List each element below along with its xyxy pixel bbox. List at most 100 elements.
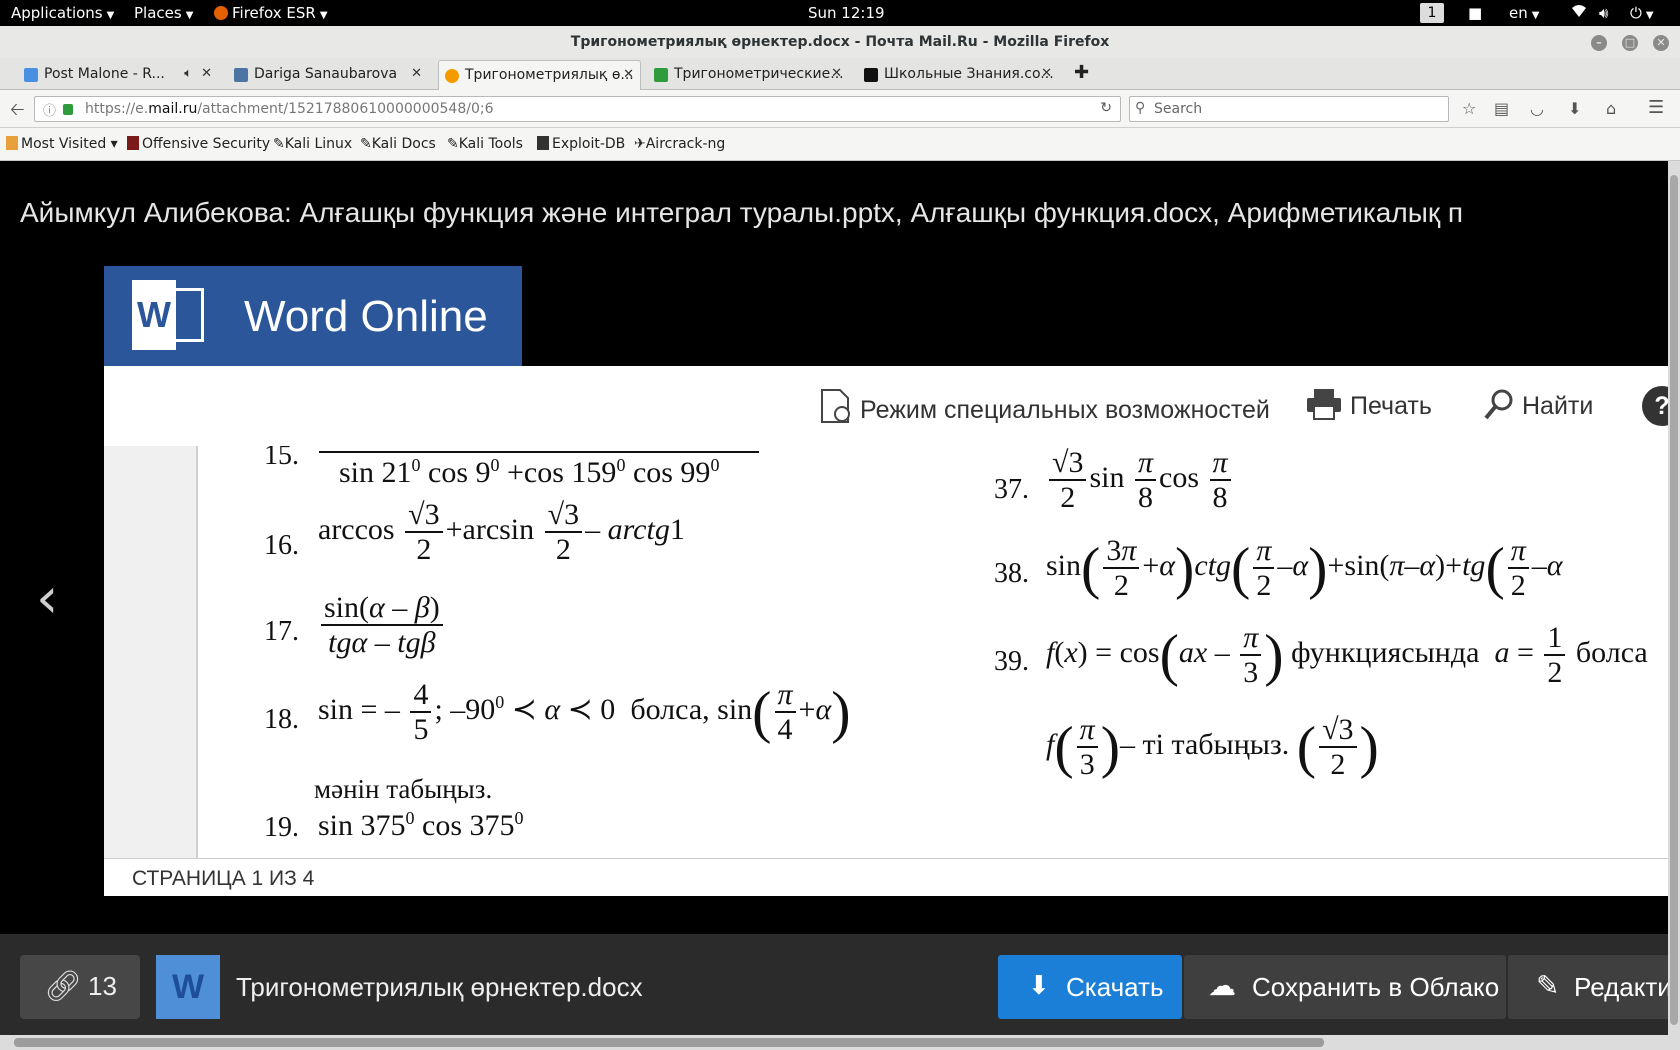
problem-18-line2: мәнін табыңыз. xyxy=(314,774,493,804)
lock-icon[interactable] xyxy=(63,104,73,115)
save-to-cloud-button[interactable]: ☁ Сохранить в Облако xyxy=(1184,955,1506,1019)
language-menu[interactable]: en ▼ xyxy=(1509,4,1539,22)
search-placeholder: Search xyxy=(1154,101,1203,117)
workspace-indicator[interactable]: 1 xyxy=(1420,3,1444,23)
tab-dariga[interactable]: Dariga Sanaubarova ✕ xyxy=(228,60,428,90)
problem-number: 37. xyxy=(994,474,1029,505)
previous-attachment-icon[interactable]: ‹ xyxy=(36,566,58,631)
places-label: Places xyxy=(134,4,182,22)
new-tab-icon[interactable]: ✚ xyxy=(1074,62,1094,92)
bookmark-star-icon[interactable]: ☆ xyxy=(1462,99,1476,118)
browser-label: Firefox ESR xyxy=(232,4,316,22)
problem-18-text: болса, xyxy=(630,692,710,726)
vk-icon xyxy=(234,68,248,82)
attachments-counter-button[interactable]: 🔗︎ 13 xyxy=(20,955,140,1019)
tab-close-icon[interactable]: ✕ xyxy=(411,66,422,81)
video-icon[interactable]: ■ xyxy=(1468,4,1482,22)
tab-post-malone[interactable]: Post Malone - R... 🔈︎ ✕ xyxy=(18,60,218,90)
firefox-icon xyxy=(214,6,228,20)
url-text[interactable]: https://e.mail.ru/attachment/15217880610… xyxy=(85,101,493,117)
tab-label: Тригонометриялық ө... xyxy=(465,67,634,83)
window-title: Тригонометриялық өрнектер.docx - Почта M… xyxy=(570,34,1110,50)
window-titlebar: Тригонометриялық өрнектер.docx - Почта M… xyxy=(0,26,1680,58)
bookmark-kali-linux[interactable]: ✎Kali Linux xyxy=(273,136,352,152)
find-button[interactable]: Найти xyxy=(1484,388,1593,427)
vertical-scroll-thumb[interactable] xyxy=(1670,175,1678,1025)
volume-icon[interactable]: 🔊︎ xyxy=(1599,4,1608,22)
attachments-count: 13 xyxy=(88,971,117,1001)
tab-close-icon[interactable]: ✕ xyxy=(831,66,842,81)
tab-znania[interactable]: Школьные Знания.co... ✕ xyxy=(858,60,1058,90)
word-online-title: Word Online xyxy=(244,292,488,341)
magnifier-icon xyxy=(1484,388,1514,427)
attachment-action-bar: 🔗︎ 13 W Тригонометриялық өрнектер.docx ⬇… xyxy=(0,934,1668,1044)
equation-16: arccos √3 2 +arcsin √3 2– arctg1 xyxy=(318,498,685,566)
url-bar[interactable]: ⓘ https://e.mail.ru/attachment/152178806… xyxy=(34,96,1121,122)
tab-close-icon[interactable]: ✕ xyxy=(623,67,634,82)
language-label: en xyxy=(1509,4,1528,22)
chevron-down-icon: ▼ xyxy=(1531,10,1540,21)
accessibility-doc-icon xyxy=(820,388,852,431)
url-domain: mail.ru xyxy=(148,101,198,117)
tab-trig-active[interactable]: Тригонометриялық ө... ✕ xyxy=(438,60,641,90)
horizontal-scrollbar[interactable] xyxy=(0,1035,1680,1050)
minimize-icon[interactable]: – xyxy=(1591,35,1607,51)
close-icon[interactable]: ✕ xyxy=(1653,35,1669,51)
tab-trig-ru[interactable]: Тригонометрические... ✕ xyxy=(648,60,848,90)
places-menu[interactable]: Places ▼ xyxy=(134,4,193,22)
pocket-icon[interactable]: ◡ xyxy=(1530,99,1544,118)
hamburger-menu-icon[interactable]: ☰ xyxy=(1648,97,1664,118)
download-icon[interactable]: ⬇ xyxy=(1568,99,1581,118)
wifi-icon[interactable] xyxy=(1571,4,1587,22)
word-logo-icon: W xyxy=(132,280,204,350)
clock[interactable]: Sun 12:19 xyxy=(808,4,885,22)
file-name: Тригонометриялық өрнектер.docx xyxy=(236,972,643,1002)
page-content: Айымкул Алибекова: Алғашқы функция және … xyxy=(0,161,1668,1050)
equation-18: sin = – 4 5; –900 ≺ α ≺ 0 болса, sin(π 4 +α… xyxy=(318,678,851,746)
horizontal-scroll-thumb[interactable] xyxy=(14,1038,1324,1047)
word-file-icon: W xyxy=(156,955,220,1019)
firefox-app-menu[interactable]: Firefox ESR ▼ xyxy=(214,4,328,22)
bookmark-exploit-db[interactable]: Exploit-DB xyxy=(537,136,625,152)
print-button[interactable]: Печать xyxy=(1306,388,1432,427)
info-icon[interactable]: ⓘ xyxy=(43,100,56,119)
chevron-down-icon: ▼ xyxy=(1645,10,1654,21)
tab-close-icon[interactable]: ✕ xyxy=(201,66,212,81)
edit-pencil-icon: ✎ xyxy=(1536,970,1560,1001)
search-icon: ⚲ xyxy=(1135,100,1146,116)
exploit-db-icon xyxy=(537,136,549,150)
bookmark-offensive-security[interactable]: Offensive Security xyxy=(127,136,270,152)
search-field[interactable]: ⚲ Search xyxy=(1129,96,1449,122)
problem-number: 15. xyxy=(264,446,299,471)
vertical-scrollbar[interactable] xyxy=(1668,161,1680,1035)
bookmark-kali-tools[interactable]: ✎Kali Tools xyxy=(447,136,523,152)
home-icon[interactable]: ⌂ xyxy=(1606,99,1616,118)
equation-37: √3 2 sin π 8 cos π8 xyxy=(1046,446,1234,514)
bookmark-most-visited[interactable]: Most Visited ▾ xyxy=(6,136,118,152)
word-logo-letter: W xyxy=(132,280,176,350)
bookmark-kali-docs[interactable]: ✎Kali Docs xyxy=(360,136,436,152)
accessibility-mode-button[interactable]: Режим специальных возможностей xyxy=(820,388,1270,431)
bookmark-aircrack[interactable]: ✈Aircrack-ng xyxy=(634,136,725,152)
edit-button[interactable]: ✎ Редакти xyxy=(1508,955,1668,1019)
word-header-bar xyxy=(522,266,1668,366)
reading-list-icon[interactable]: ▤ xyxy=(1494,99,1509,118)
tab-close-icon[interactable]: ✕ xyxy=(1041,66,1052,81)
power-icon[interactable]: ⏻ ▼ xyxy=(1630,4,1654,22)
print-label: Печать xyxy=(1350,392,1432,420)
page-margin xyxy=(104,446,198,858)
download-button[interactable]: ⬇ Скачать xyxy=(998,955,1182,1019)
document-viewer: Режим специальных возможностей Печать На… xyxy=(104,366,1668,896)
maximize-icon[interactable]: □ xyxy=(1622,35,1638,51)
equation-39: f(x) = cos(ax – π 3) функциясында a = 12 … xyxy=(1046,621,1648,689)
equation-15-denominator: sin 210 cos 90 +cos 1590 cos 990 xyxy=(319,451,759,490)
bookmark-label: Kali Linux xyxy=(284,136,353,152)
help-button[interactable]: ? xyxy=(1642,386,1668,426)
back-icon[interactable]: 🡠 xyxy=(10,97,25,127)
url-prefix: https://e. xyxy=(85,101,149,117)
applications-menu[interactable]: Applications ▼ xyxy=(11,4,114,22)
reload-icon[interactable]: ↻ xyxy=(1100,100,1112,116)
folder-icon xyxy=(6,136,18,150)
problem-39-text2: болса xyxy=(1575,635,1648,669)
audio-icon[interactable]: 🔈︎ xyxy=(184,66,192,81)
